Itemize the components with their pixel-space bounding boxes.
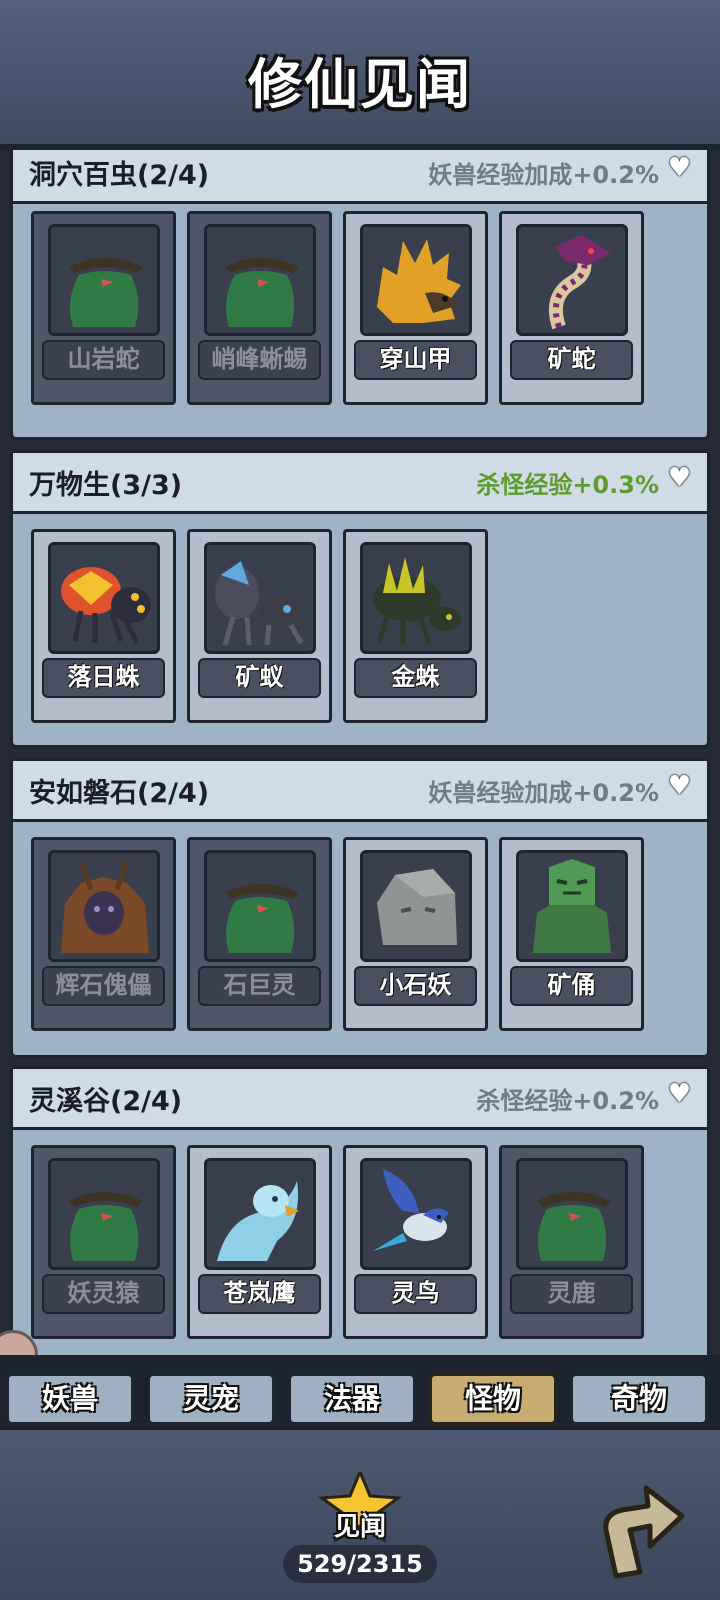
section-header: 万物生(3/3) 杀怪经验+0.3% ♥: [13, 453, 707, 514]
creature-name: 灵鹿: [510, 1274, 633, 1314]
collection-section: 洞穴百虫(2/4) 妖兽经验加成+0.2% ♥ 山岩蛇 峭峰蜥蜴 穿山甲 矿蛇: [10, 150, 710, 440]
spider-icon: [61, 567, 151, 645]
creature-name: 矿蛇: [510, 340, 633, 380]
section-header: 灵溪谷(2/4) 杀怪经验+0.2% ♥: [13, 1069, 707, 1130]
creature-card[interactable]: 辉石傀儡: [31, 837, 176, 1031]
creature-card[interactable]: 石巨灵: [187, 837, 332, 1031]
creature-frame: [360, 850, 472, 962]
creature-card[interactable]: 灵鹿: [499, 1145, 644, 1339]
creature-name: 金蛛: [354, 658, 477, 698]
creature-card[interactable]: 山岩蛇: [31, 211, 176, 405]
creature-name: 矿蚁: [198, 658, 321, 698]
creature-frame: [48, 1158, 160, 1270]
heart-icon[interactable]: ♥: [668, 771, 691, 801]
creature-name: 灵鸟: [354, 1274, 477, 1314]
tab-guaiwu[interactable]: 怪物: [429, 1373, 557, 1425]
back-arrow-icon[interactable]: [596, 1480, 686, 1580]
tab-lingchong[interactable]: 灵宠: [147, 1373, 275, 1425]
section-title: 安如磐石(2/4): [29, 778, 210, 809]
section-bonus: 杀怪经验+0.2%: [476, 1087, 659, 1115]
creature-card[interactable]: 苍岚鹰: [187, 1145, 332, 1339]
creature-card[interactable]: 灵鸟: [343, 1145, 488, 1339]
creature-frame: [204, 542, 316, 654]
tab-faqi[interactable]: 法器: [288, 1373, 416, 1425]
section-header: 洞穴百虫(2/4) 妖兽经验加成+0.2% ♥: [13, 150, 707, 204]
section-title: 洞穴百虫(2/4): [29, 160, 210, 191]
creature-name: 妖灵猿: [42, 1274, 165, 1314]
bird-silhouette-icon: [69, 258, 143, 327]
section-header: 安如磐石(2/4) 妖兽经验加成+0.2% ♥: [13, 761, 707, 822]
bird-silhouette-icon: [225, 884, 299, 953]
creature-frame: [516, 1158, 628, 1270]
creature-frame: [516, 224, 628, 336]
tab-yaoshou[interactable]: 妖兽: [6, 1373, 134, 1425]
creature-name: 峭峰蜥蜴: [198, 340, 321, 380]
creature-frame: [204, 224, 316, 336]
bird-silhouette-icon: [537, 1192, 611, 1261]
pangolin-icon: [377, 239, 461, 323]
creature-card[interactable]: 金蛛: [343, 529, 488, 723]
rock-icon: [377, 869, 457, 945]
creature-frame: [516, 850, 628, 962]
serpent-icon: [549, 235, 611, 330]
bird-silhouette-icon: [69, 1192, 143, 1261]
page-title: 修仙见闻: [248, 53, 472, 116]
creature-card[interactable]: 穿山甲: [343, 211, 488, 405]
creature-card[interactable]: 峭峰蜥蜴: [187, 211, 332, 405]
collection-list[interactable]: 洞穴百虫(2/4) 妖兽经验加成+0.2% ♥ 山岩蛇 峭峰蜥蜴 穿山甲 矿蛇 …: [0, 150, 720, 1355]
creature-card[interactable]: 矿俑: [499, 837, 644, 1031]
creature-frame: [204, 1158, 316, 1270]
creature-name: 矿俑: [510, 966, 633, 1006]
blue-bird-icon: [373, 1169, 449, 1251]
footer-panel: 见闻 529/2315: [0, 1430, 720, 1600]
creature-name: 小石妖: [354, 966, 477, 1006]
title-bar: 修仙见闻: [0, 0, 720, 150]
collection-section: 灵溪谷(2/4) 杀怪经验+0.2% ♥ 妖灵猿 苍岚鹰 灵鸟 灵鹿: [10, 1066, 710, 1355]
golden-spider-icon: [373, 557, 461, 645]
creature-frame: [204, 850, 316, 962]
creature-name: 山岩蛇: [42, 340, 165, 380]
eagle-icon: [217, 1181, 299, 1261]
creature-frame: [360, 1158, 472, 1270]
creature-frame: [360, 224, 472, 336]
creature-name: 落日蛛: [42, 658, 165, 698]
collection-section: 安如磐石(2/4) 妖兽经验加成+0.2% ♥ 辉石傀儡 石巨灵 小石妖 矿俑: [10, 758, 710, 1058]
golem-icon: [61, 860, 149, 953]
ant-icon: [215, 561, 304, 646]
heart-icon[interactable]: ♥: [668, 1079, 691, 1109]
category-tabs: 妖兽 灵宠 法器 怪物 奇物: [0, 1355, 720, 1430]
collection-section: 万物生(3/3) 杀怪经验+0.3% ♥ 落日蛛 矿蚁 金蛛: [10, 450, 710, 748]
creature-card[interactable]: 落日蛛: [31, 529, 176, 723]
creature-frame: [48, 542, 160, 654]
creature-card[interactable]: 妖灵猿: [31, 1145, 176, 1339]
heart-icon[interactable]: ♥: [668, 463, 691, 493]
tab-qiwu[interactable]: 奇物: [570, 1373, 708, 1425]
section-bonus: 妖兽经验加成+0.2%: [428, 779, 659, 807]
badge-label: 见闻: [333, 1512, 386, 1542]
section-title: 万物生(3/3): [29, 470, 183, 501]
creature-card[interactable]: 小石妖: [343, 837, 488, 1031]
section-bonus: 妖兽经验加成+0.2%: [428, 161, 659, 189]
jade-warrior-icon: [533, 859, 611, 953]
creature-frame: [48, 850, 160, 962]
progress-count: 529/2315: [283, 1545, 437, 1583]
creature-name: 苍岚鹰: [198, 1274, 321, 1314]
bird-silhouette-icon: [225, 258, 299, 327]
section-bonus: 杀怪经验+0.3%: [476, 471, 659, 499]
creature-name: 穿山甲: [354, 340, 477, 380]
heart-icon[interactable]: ♥: [668, 153, 691, 183]
creature-name: 石巨灵: [198, 966, 321, 1006]
section-title: 灵溪谷(2/4): [29, 1086, 183, 1117]
creature-name: 辉石傀儡: [42, 966, 165, 1006]
creature-frame: [360, 542, 472, 654]
creature-frame: [48, 224, 160, 336]
creature-card[interactable]: 矿蛇: [499, 211, 644, 405]
creature-card[interactable]: 矿蚁: [187, 529, 332, 723]
